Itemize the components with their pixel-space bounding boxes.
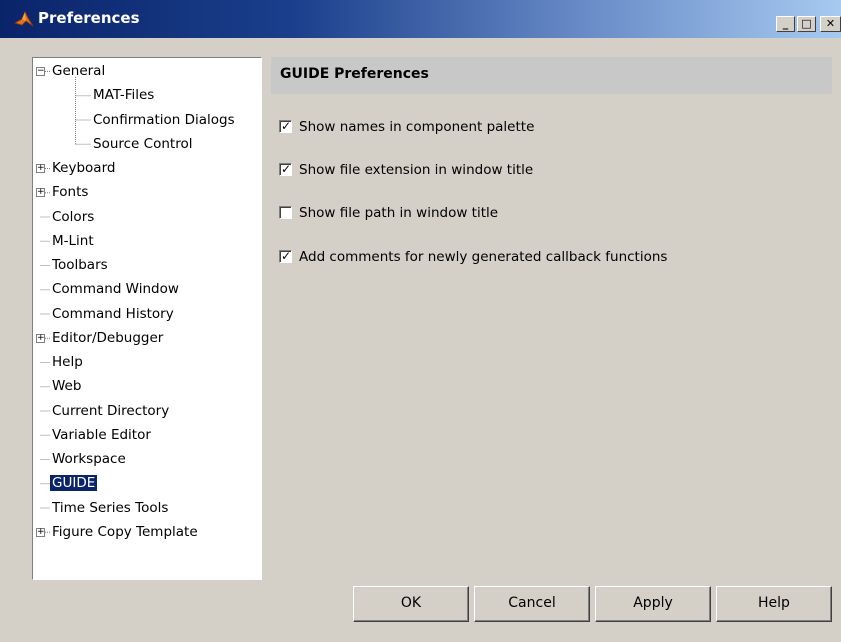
- cancel-button[interactable]: Cancel: [474, 586, 590, 622]
- tree-item-label: Fonts: [52, 184, 89, 201]
- option-checkbox[interactable]: [279, 206, 292, 219]
- panel-title: GUIDE Preferences: [280, 66, 429, 82]
- panel-header: GUIDE Preferences: [271, 57, 832, 94]
- expand-icon[interactable]: +: [36, 188, 45, 198]
- collapse-icon[interactable]: −: [36, 67, 45, 76]
- maximize-button[interactable]: □: [797, 16, 816, 32]
- close-button[interactable]: ✕: [820, 16, 841, 32]
- option-label: Show file path in window title: [299, 205, 499, 221]
- tree-item[interactable]: Confirmation Dialogs: [91, 110, 237, 130]
- title-bar[interactable]: Preferences _ □ ✕: [0, 0, 841, 38]
- tree-item[interactable]: Help: [50, 352, 85, 372]
- minimize-button[interactable]: _: [776, 16, 795, 32]
- tree-item[interactable]: Toolbars: [50, 255, 110, 275]
- tree-item-label: Workspace: [52, 451, 126, 467]
- tree-item[interactable]: GUIDE: [50, 473, 98, 493]
- tree-item[interactable]: Command Window: [50, 279, 181, 299]
- tree-item-label: M-Lint: [52, 232, 94, 249]
- option-label: Show file extension in window title: [299, 162, 534, 178]
- tree-item[interactable]: Time Series Tools: [50, 498, 170, 518]
- tree-item-label: Current Directory: [52, 402, 170, 419]
- tree-item-label: Variable Editor: [52, 426, 151, 443]
- window-title: Preferences: [38, 9, 140, 27]
- tree-item-label: Web: [52, 378, 82, 395]
- apply-button[interactable]: Apply: [595, 586, 711, 622]
- option-checkbox[interactable]: ✓: [279, 250, 292, 263]
- option-checkbox[interactable]: ✓: [279, 120, 292, 133]
- tree-item-label: Command History: [52, 305, 174, 322]
- option-label: Show names in component palette: [299, 119, 535, 135]
- option-label: Add comments for newly generated callbac…: [299, 249, 668, 265]
- tree-item[interactable]: Keyboard: [50, 158, 117, 178]
- tree-item[interactable]: Figure Copy Template: [50, 522, 200, 542]
- tree-item-label: Confirmation Dialogs: [93, 111, 235, 128]
- tree-item-label: Source Control: [93, 135, 193, 152]
- tree-item-label: General: [52, 63, 106, 79]
- ok-button[interactable]: OK: [353, 586, 469, 622]
- tree-item-label: Time Series Tools: [52, 499, 169, 516]
- tree-item[interactable]: MAT-Files: [91, 85, 156, 105]
- option-checkbox[interactable]: ✓: [279, 163, 292, 176]
- tree-item[interactable]: Workspace: [50, 449, 128, 469]
- tree-item[interactable]: General: [50, 61, 107, 81]
- checkmark-icon: ✓: [281, 249, 292, 263]
- preferences-window: Preferences _ □ ✕ General − MAT-Files Confi…: [0, 0, 841, 642]
- checkmark-icon: ✓: [281, 119, 292, 133]
- tree-item[interactable]: Web: [50, 376, 83, 396]
- tree-item-label: GUIDE: [50, 475, 98, 492]
- tree-item-label: Editor/Debugger: [52, 329, 164, 346]
- tree-item-label: Colors: [52, 208, 95, 225]
- tree-item[interactable]: Fonts: [50, 182, 90, 202]
- help-button[interactable]: Help: [716, 586, 832, 622]
- tree-item[interactable]: M-Lint: [50, 231, 96, 251]
- tree-item-label: Command Window: [52, 281, 179, 298]
- expand-icon[interactable]: +: [36, 527, 45, 537]
- expand-icon[interactable]: +: [36, 164, 45, 173]
- tree-item-label: Keyboard: [52, 160, 116, 176]
- tree-item[interactable]: Variable Editor: [50, 425, 153, 445]
- expand-icon[interactable]: +: [36, 333, 45, 343]
- matlab-logo-icon: [14, 11, 34, 27]
- preferences-tree[interactable]: General − MAT-Files Confirmation Dialogs Sou…: [32, 57, 262, 580]
- tree-item[interactable]: Current Directory: [50, 401, 171, 421]
- checkmark-icon: ✓: [281, 162, 292, 176]
- tree-item-label: MAT-Files: [93, 87, 155, 104]
- tree-item-label: Help: [52, 354, 83, 370]
- tree-item[interactable]: Source Control: [91, 134, 194, 154]
- tree-item-label: Toolbars: [52, 257, 108, 273]
- tree-item[interactable]: Colors: [50, 207, 96, 227]
- tree-item[interactable]: Editor/Debugger: [50, 328, 165, 348]
- tree-item-label: Figure Copy Template: [52, 523, 198, 540]
- tree-item[interactable]: Command History: [50, 304, 176, 324]
